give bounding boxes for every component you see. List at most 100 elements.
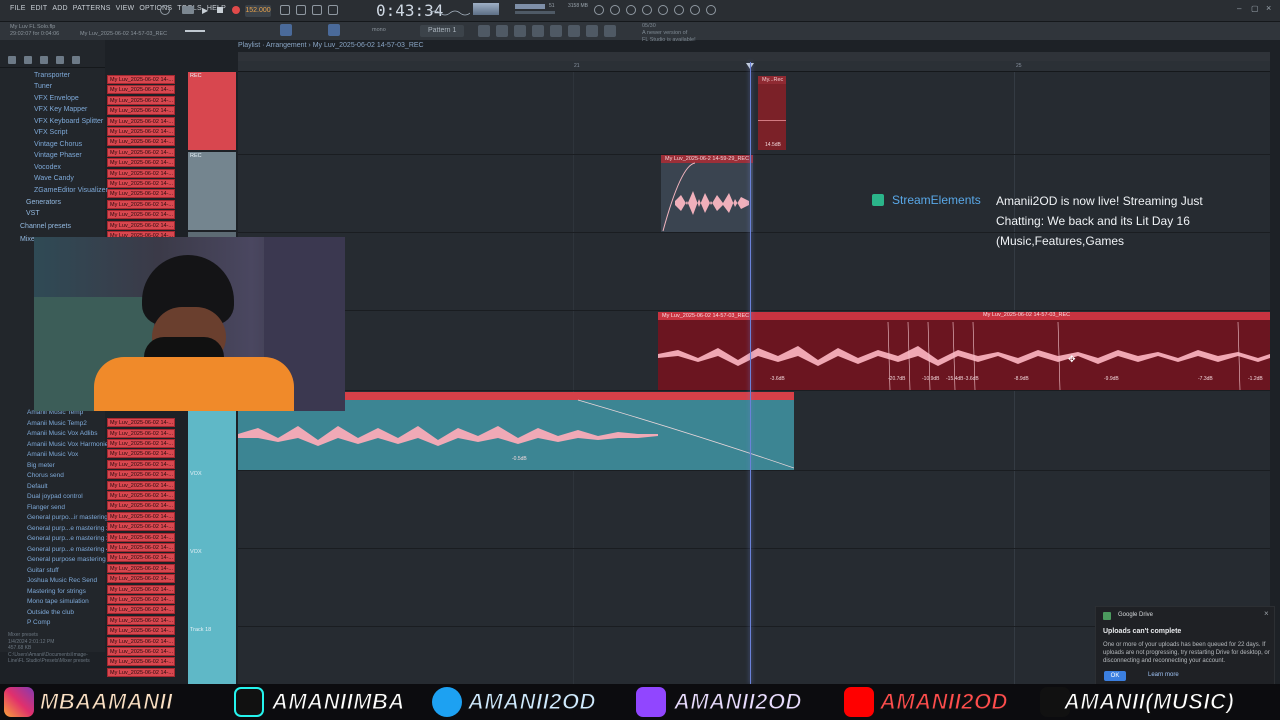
- pattern-clip-name[interactable]: My Luv_2025-06-02 14-...: [107, 449, 175, 459]
- pattern-clip-name[interactable]: My Luv_2025-06-02 14-...: [107, 85, 175, 95]
- pattern-clip-name[interactable]: My Luv_2025-06-02 14-...: [107, 199, 175, 209]
- toast-close-icon[interactable]: ×: [1264, 609, 1269, 618]
- preset-item[interactable]: Big meter: [27, 462, 55, 469]
- browser-back-icon[interactable]: [8, 56, 16, 64]
- pattern-clip-name[interactable]: My Luv_2025-06-02 14-...: [107, 106, 175, 116]
- browser-item[interactable]: Wave Candy: [34, 175, 74, 182]
- news-panel[interactable]: 05/30 A newer version of FL Studio is av…: [642, 23, 696, 44]
- preset-item[interactable]: General purp...e mastering 4: [27, 546, 110, 553]
- pattern-clip-name[interactable]: My Luv_2025-06-02 14-...: [107, 459, 175, 469]
- preset-item[interactable]: Dual joypad control: [27, 493, 83, 500]
- window-shortcut-icons[interactable]: [478, 25, 628, 37]
- maximize-icon[interactable]: ▢: [1251, 4, 1259, 13]
- browser-item[interactable]: Vocodex: [34, 164, 61, 171]
- preset-item[interactable]: General purpose mastering: [27, 556, 106, 563]
- browser-folder-channel-presets[interactable]: Channel presets: [20, 223, 71, 230]
- browser-item[interactable]: Transporter: [34, 72, 70, 79]
- pattern-clip-name[interactable]: My Luv_2025-06-02 14-...: [107, 210, 175, 220]
- close-icon[interactable]: ×: [1266, 3, 1271, 13]
- magnet-tool-button[interactable]: [328, 24, 340, 36]
- pattern-clip-name[interactable]: My Luv_2025-06-02 14-...: [107, 428, 175, 438]
- master-pitch[interactable]: [515, 4, 545, 9]
- transport-mode-buttons[interactable]: [280, 5, 370, 16]
- pattern-clip-name[interactable]: My Luv_2025-06-02 14-...: [107, 522, 175, 532]
- pat-song-toggle[interactable]: [182, 6, 194, 14]
- pattern-clip-name[interactable]: My Luv_2025-06-02 14-...: [107, 563, 175, 573]
- pattern-clip-name[interactable]: My Luv_2025-06-02 14-...: [107, 532, 175, 542]
- pattern-clip-name[interactable]: My Luv_2025-06-02 14-...: [107, 511, 175, 521]
- pattern-clip-name[interactable]: My Luv_2025-06-02 14-...: [107, 605, 175, 615]
- pattern-clip-name[interactable]: My Luv_2025-06-02 14-...: [107, 470, 175, 480]
- menu-patterns[interactable]: PATTERNS: [73, 5, 111, 12]
- preset-item[interactable]: Default: [27, 483, 48, 490]
- pattern-clip-name[interactable]: My Luv_2025-06-02 14-...: [107, 75, 175, 84]
- preset-item[interactable]: P Comp: [27, 619, 50, 626]
- preset-item[interactable]: General purpo...ir mastering: [27, 514, 108, 521]
- tempo-display[interactable]: 152.000: [245, 5, 271, 17]
- browser-item[interactable]: Tuner: [34, 83, 52, 90]
- pattern-clip-name[interactable]: My Luv_2025-06-02 14-...: [107, 543, 175, 552]
- pattern-clip-name[interactable]: My Luv_2025-06-02 14-...: [107, 189, 175, 199]
- browser-item[interactable]: Vintage Chorus: [34, 141, 82, 148]
- pattern-clip-name[interactable]: My Luv_2025-06-02 14-...: [107, 595, 175, 604]
- pattern-selector[interactable]: Pattern 1: [420, 25, 464, 37]
- pattern-clip-name[interactable]: My Luv_2025-06-02 14-...: [107, 137, 175, 147]
- track-header-vox2[interactable]: VOX: [188, 548, 236, 626]
- pattern-clip-name[interactable]: My Luv_2025-06-02 14-...: [107, 491, 175, 500]
- pattern-clip-name[interactable]: My Luv_2025-06-02 14-...: [107, 147, 175, 157]
- browser-forward-icon[interactable]: [24, 56, 32, 64]
- track-header-18[interactable]: Track 18: [188, 626, 236, 684]
- menu-view[interactable]: VIEW: [116, 5, 135, 12]
- pattern-clip-name[interactable]: My Luv_2025-06-02 14-...: [107, 667, 175, 677]
- preset-item[interactable]: General purp...e mastering 3: [27, 535, 110, 542]
- pattern-clip-name[interactable]: My Luv_2025-06-02 14-...: [107, 636, 175, 646]
- menu-file[interactable]: FILE: [10, 5, 26, 12]
- track-header-rec1[interactable]: REC: [188, 72, 236, 150]
- pattern-clip-name[interactable]: My Luv_2025-06-02 14-...: [107, 574, 175, 584]
- preset-item[interactable]: Outside the club: [27, 609, 74, 616]
- audio-clip-small-rec[interactable]: My...Rec 14.5dB: [758, 76, 786, 150]
- pattern-clip-name[interactable]: My Luv_2025-06-02 14-...: [107, 553, 175, 563]
- track-header-vox1[interactable]: VOX: [188, 470, 236, 548]
- preset-item[interactable]: Chorus send: [27, 472, 64, 479]
- toast-learn-more-link[interactable]: Learn more: [1148, 672, 1179, 678]
- browser-folder-generators[interactable]: Generators: [26, 199, 61, 206]
- pattern-clip-name[interactable]: My Luv_2025-06-02 14-...: [107, 647, 175, 656]
- pattern-clip-name[interactable]: My Luv_2025-06-02 14-...: [107, 480, 175, 490]
- preset-item[interactable]: Joshua Music Rec Send: [27, 577, 97, 584]
- preset-item[interactable]: Amanii Music Vox Adlibs: [27, 430, 97, 437]
- browser-item[interactable]: VFX Keyboard Splitter: [34, 118, 103, 125]
- pattern-clip-name[interactable]: My Luv_2025-06-02 14-...: [107, 168, 175, 178]
- minimize-icon[interactable]: –: [1237, 4, 1241, 13]
- pattern-clip-name[interactable]: My Luv_2025-06-02 14-...: [107, 657, 175, 667]
- browser-star-icon[interactable]: [56, 56, 64, 64]
- pattern-clip-name[interactable]: My Luv_2025-06-02 14-...: [107, 626, 175, 636]
- pattern-clip-name[interactable]: My Luv_2025-06-02 14-...: [107, 439, 175, 448]
- pattern-clip-name[interactable]: My Luv_2025-06-02 14-...: [107, 95, 175, 105]
- menu-edit[interactable]: EDIT: [31, 5, 48, 12]
- toast-ok-button[interactable]: OK: [1104, 671, 1126, 681]
- playlist-grid[interactable]: My...Rec 14.5dB My Luv_2025-06-2 14-59-2…: [238, 62, 1270, 684]
- pattern-clip-name[interactable]: My Luv_2025-06-02 14-...: [107, 220, 175, 230]
- menu-add[interactable]: ADD: [52, 5, 67, 12]
- preset-item[interactable]: Flanger send: [27, 504, 65, 511]
- pattern-mode-button[interactable]: [280, 24, 292, 36]
- preset-item[interactable]: Amanii Music Temp2: [27, 420, 87, 427]
- browser-search-icon[interactable]: [72, 56, 80, 64]
- stop-icon[interactable]: [217, 7, 223, 13]
- snap-slider[interactable]: [185, 30, 205, 32]
- pattern-clip-name[interactable]: My Luv_2025-06-02 14-...: [107, 179, 175, 188]
- record-icon[interactable]: [232, 6, 240, 14]
- pattern-clip-name[interactable]: My Luv_2025-06-02 14-...: [107, 615, 175, 625]
- ruler-marker-lane[interactable]: [238, 52, 1270, 61]
- browser-item[interactable]: VFX Key Mapper: [34, 106, 87, 113]
- timeline-ruler[interactable]: 21 25: [238, 52, 1270, 72]
- pattern-clip-name[interactable]: My Luv_2025-06-02 14-...: [107, 116, 175, 126]
- pattern-clip-name[interactable]: My Luv_2025-06-02 14-...: [107, 501, 175, 511]
- browser-item[interactable]: VFX Envelope: [34, 95, 79, 102]
- preset-item[interactable]: Mastering for strings: [27, 588, 86, 595]
- browser-item[interactable]: VFX Script: [34, 129, 67, 136]
- browser-tree-icon[interactable]: [40, 56, 48, 64]
- play-icon[interactable]: ▶: [202, 6, 208, 15]
- pattern-clip-name[interactable]: My Luv_2025-06-02 14-...: [107, 127, 175, 136]
